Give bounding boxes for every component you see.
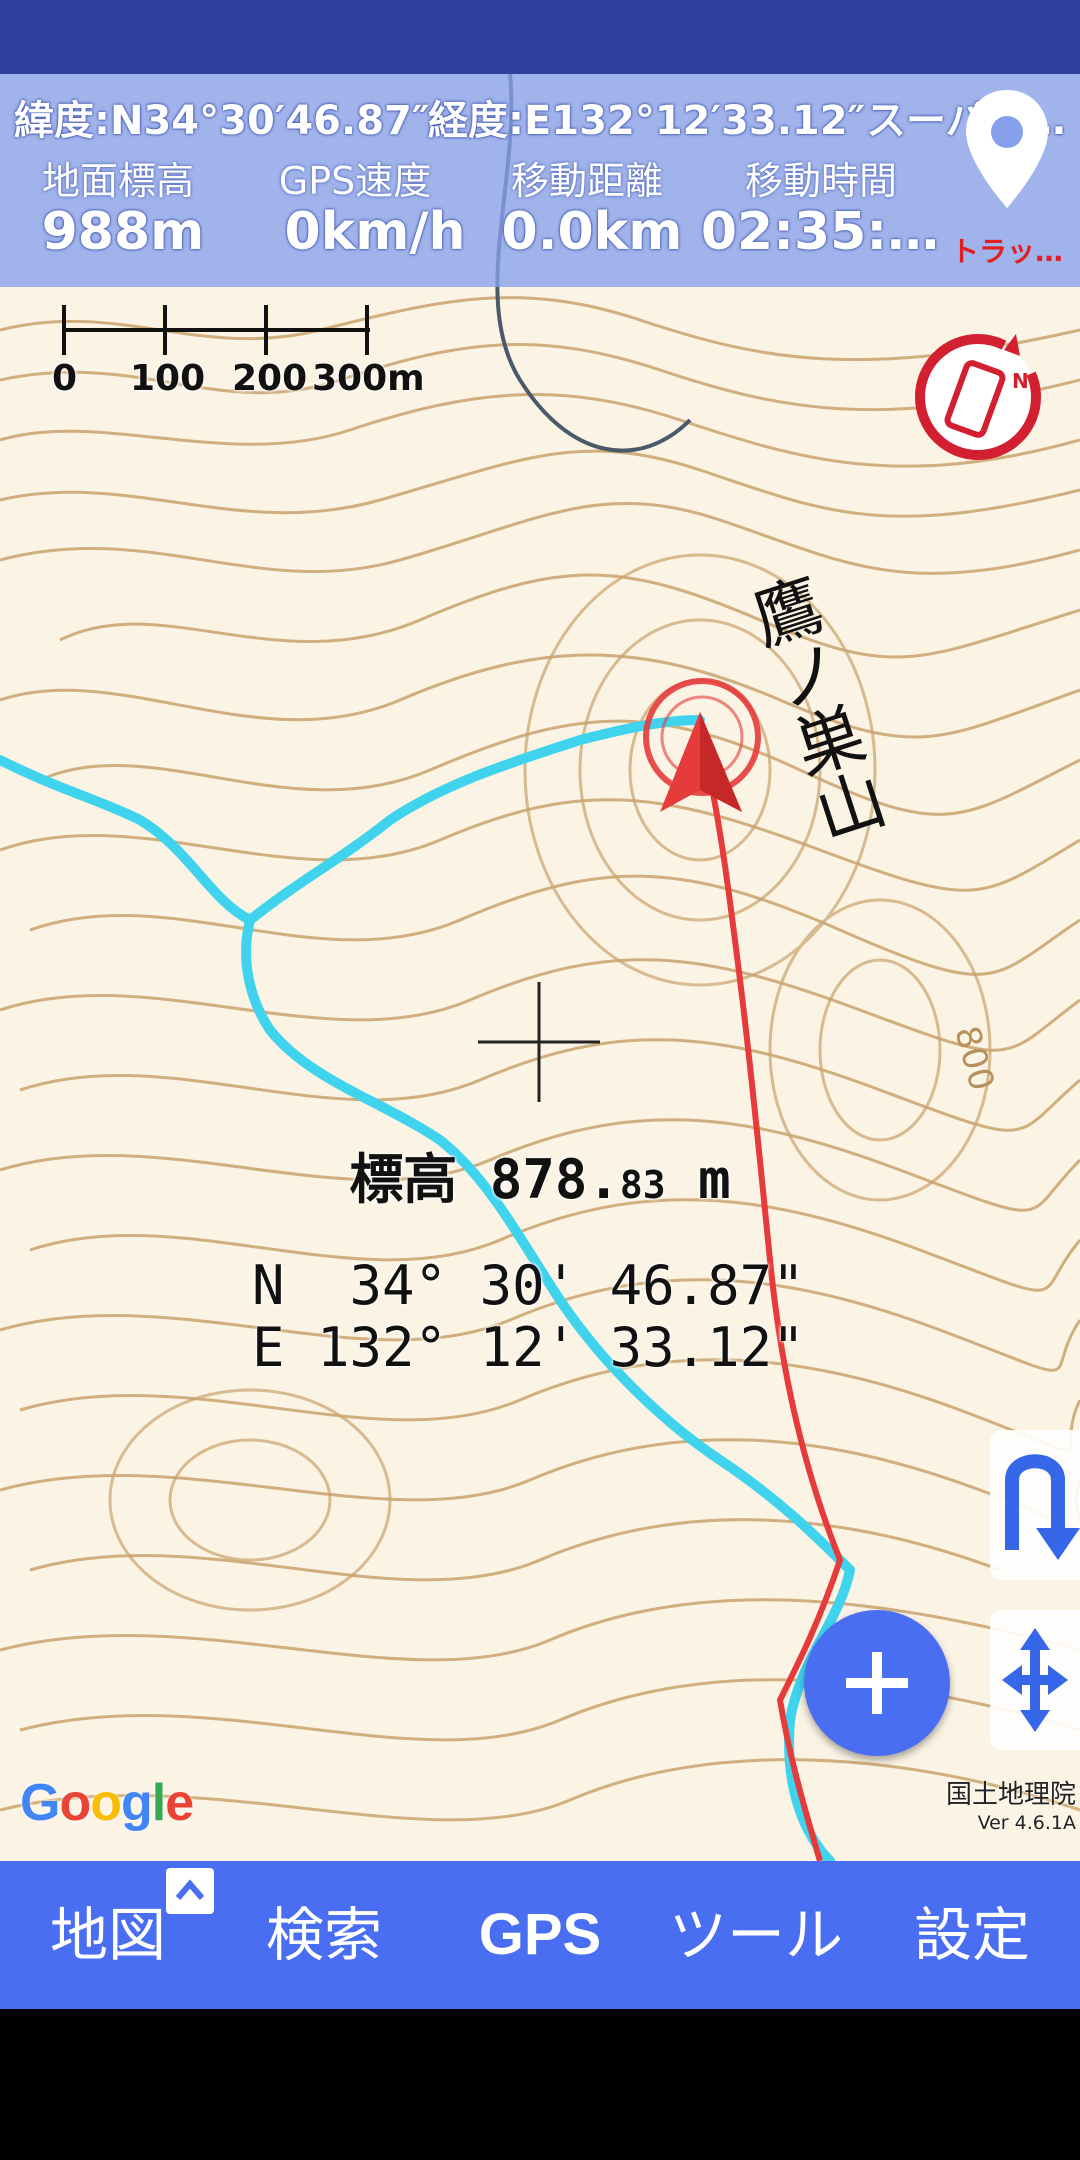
center-coordinates: N 34° 30' 46.87" E 132° 12' 33.12" <box>252 1255 805 1379</box>
nav-search[interactable]: 検索 <box>216 1861 432 2009</box>
compass-button[interactable]: N <box>908 322 1048 472</box>
center-latitude: N 34° 30' 46.87" <box>252 1254 805 1317</box>
elevation-unit: m <box>698 1148 731 1211</box>
scale-tick-100: 100 <box>130 358 206 399</box>
u-turn-button[interactable] <box>990 1430 1080 1580</box>
ground-elevation-label: 地面標高 <box>41 159 194 203</box>
status-bar <box>0 0 1080 74</box>
move-arrows-icon <box>1002 1628 1068 1732</box>
svg-text:Google: Google <box>20 1774 193 1832</box>
compass-phone-icon: N <box>915 334 1041 460</box>
svg-text:N: N <box>1012 369 1029 393</box>
nav-tools[interactable]: ツール <box>648 1861 864 2009</box>
distance-label: 移動距離 <box>510 159 663 203</box>
scale-tick-200: 200 <box>232 358 308 399</box>
gps-speed-value: 0km/h <box>284 202 466 262</box>
elevation-label: 標高 <box>349 1148 458 1211</box>
scale-tick-300: 300m <box>312 358 425 399</box>
map-center-crosshair <box>478 982 600 1102</box>
track-label: トラッ… <box>950 235 1063 268</box>
pan-move-button[interactable] <box>990 1610 1080 1750</box>
elevation-decimal-value: 83 <box>619 1163 666 1207</box>
contour-value-label: 800 <box>946 1022 1001 1095</box>
scale-tick-0: 0 <box>52 358 78 399</box>
longitude-text: 経度:E132°12′33.12″ <box>428 98 866 144</box>
bottom-navigation: 地図 検索 GPS ツール 設定 <box>0 1861 1080 2009</box>
map-menu-expand-button[interactable] <box>166 1868 214 1914</box>
chevron-up-icon <box>175 1879 205 1900</box>
nav-settings[interactable]: 設定 <box>864 1861 1080 2009</box>
duration-value: 02:35:… <box>700 202 940 262</box>
nav-gps[interactable]: GPS <box>432 1861 648 2009</box>
add-button[interactable] <box>804 1610 950 1756</box>
current-location-marker <box>643 678 761 812</box>
system-navigation-area <box>0 2009 1080 2160</box>
latitude-text: 緯度:N34°30′46.87″ <box>14 98 430 144</box>
track-button[interactable]: トラッ… <box>942 80 1072 270</box>
center-longitude: E 132° 12' 33.12" <box>252 1316 805 1379</box>
map-attribution: 国土地理院 <box>945 1780 1076 1810</box>
gps-speed-label: GPS速度 <box>278 159 432 203</box>
u-turn-arrow-icon <box>1005 1454 1080 1560</box>
app-version: Ver 4.6.1A <box>977 1812 1076 1834</box>
location-pin-icon <box>966 90 1048 208</box>
elevation-main-value: 878. <box>489 1148 620 1211</box>
plus-icon <box>846 1652 908 1714</box>
distance-value: 0.0km <box>501 202 683 262</box>
gps-info-panel: 緯度:N34°30′46.87″ 経度:E132°12′33.12″ スーパー…… <box>0 74 1080 287</box>
ground-elevation-value: 988m <box>41 202 205 262</box>
scale-bar <box>62 305 370 355</box>
elevation-readout: 標高 878.83 m <box>0 1135 1080 1214</box>
google-logo-graphic: Google <box>20 1774 194 1832</box>
duration-label: 移動時間 <box>744 159 897 203</box>
google-logo: Google <box>20 1772 200 1845</box>
